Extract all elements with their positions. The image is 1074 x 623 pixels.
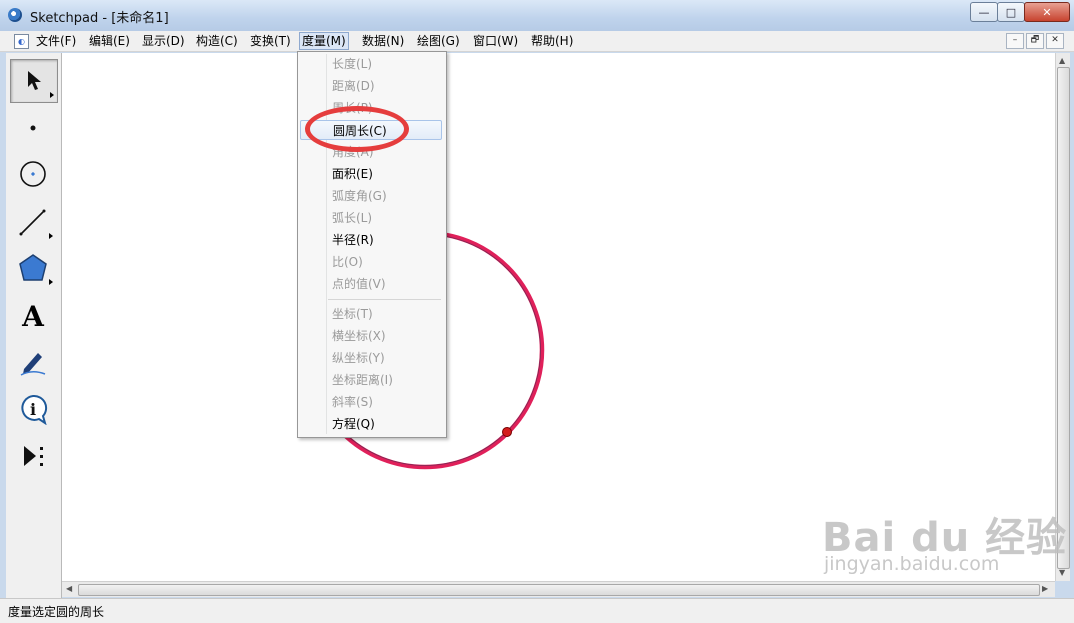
information-icon: i — [21, 394, 48, 425]
compass-circle-icon — [20, 161, 46, 187]
scroll-right-icon[interactable]: ▶ — [1042, 584, 1048, 593]
menu-item-length[interactable]: 长度(L) — [300, 54, 442, 74]
vertical-scroll-thumb[interactable] — [1057, 67, 1070, 569]
maximize-button[interactable]: □ — [997, 2, 1025, 22]
text-icon: A — [22, 299, 44, 333]
menu-item-coordinate-distance[interactable]: 坐标距离(I) — [300, 370, 442, 390]
watermark-url: jingyan.baidu.com — [824, 553, 1000, 575]
title-bar: Sketchpad - [未命名1] — □ ✕ — [0, 0, 1074, 32]
marker-tool[interactable] — [10, 341, 56, 383]
menu-item-arc-angle[interactable]: 弧度角(G) — [300, 186, 442, 206]
straightedge-icon — [19, 209, 46, 236]
menu-separator — [328, 299, 441, 300]
menu-item-arc-length[interactable]: 弧长(L) — [300, 208, 442, 228]
menu-item-slope[interactable]: 斜率(S) — [300, 392, 442, 412]
tool-options-indicator — [49, 279, 53, 285]
menu-item-distance[interactable]: 距离(D) — [300, 76, 442, 96]
menu-data[interactable]: 数据(N) — [360, 33, 406, 49]
status-bar: 度量选定圆的周长 — [0, 598, 1074, 623]
svg-text:i: i — [30, 400, 36, 419]
mdi-restore-button[interactable]: 🗗 — [1026, 33, 1044, 49]
mdi-close-button[interactable]: ✕ — [1046, 33, 1064, 49]
document-icon[interactable]: ◐ — [14, 34, 29, 49]
menu-item-abscissa[interactable]: 横坐标(X) — [300, 326, 442, 346]
polygon-tool[interactable] — [10, 247, 56, 289]
menu-edit[interactable]: 编辑(E) — [87, 33, 132, 49]
baidu-jingyan-watermark: Bai du 经验 jingyan.baidu.com — [822, 505, 1067, 575]
menu-item-equation[interactable]: 方程(Q) — [300, 414, 442, 434]
menu-item-radius[interactable]: 半径(R) — [300, 230, 442, 250]
selection-arrow-tool[interactable] — [10, 59, 58, 103]
custom-tools-tool[interactable] — [10, 435, 56, 477]
menu-item-point-value[interactable]: 点的值(V) — [300, 274, 442, 294]
sketch-canvas[interactable] — [62, 53, 1055, 581]
status-text: 度量选定圆的周长 — [8, 605, 105, 619]
menu-item-coordinates[interactable]: 坐标(T) — [300, 304, 442, 324]
close-button[interactable]: ✕ — [1024, 2, 1070, 22]
menu-file[interactable]: 文件(F) — [34, 33, 78, 49]
window-title: Sketchpad - [未命名1] — [30, 11, 169, 26]
menu-transform[interactable]: 变换(T) — [248, 33, 293, 49]
text-tool[interactable]: A — [10, 295, 56, 337]
compass-tool[interactable] — [10, 153, 56, 195]
menu-construct[interactable]: 构造(C) — [194, 33, 240, 49]
menu-bar: ◐ 文件(F) 编辑(E) 显示(D) 构造(C) 变换(T) 度量(M) 数据… — [0, 31, 1074, 52]
sketchpad-app-icon — [8, 8, 22, 22]
horizontal-scrollbar[interactable]: ◀ ▶ — [62, 581, 1055, 597]
radius-point[interactable] — [502, 427, 512, 437]
marker-pen-icon — [20, 353, 46, 376]
scroll-down-icon[interactable]: ▼ — [1059, 568, 1065, 577]
tool-options-indicator — [49, 233, 53, 239]
toolbox: A i — [6, 53, 62, 598]
sketch-drawing — [305, 230, 545, 470]
horizontal-scroll-thumb[interactable] — [78, 584, 1040, 596]
point-tool[interactable] — [10, 107, 56, 149]
menu-item-area[interactable]: 面积(E) — [300, 164, 442, 184]
vertical-scrollbar[interactable]: ▲ ▼ — [1055, 53, 1070, 581]
scroll-left-icon[interactable]: ◀ — [66, 584, 72, 593]
tool-options-indicator — [50, 92, 54, 98]
menu-help[interactable]: 帮助(H) — [529, 33, 575, 49]
menu-graph[interactable]: 绘图(G) — [415, 33, 462, 49]
custom-tools-play-icon — [24, 446, 43, 466]
polygon-icon — [19, 254, 47, 281]
minimize-button[interactable]: — — [970, 2, 998, 22]
menu-item-ratio[interactable]: 比(O) — [300, 252, 442, 272]
scroll-up-icon[interactable]: ▲ — [1059, 56, 1065, 65]
mdi-minimize-button[interactable]: – — [1006, 33, 1024, 49]
point-icon — [30, 125, 36, 131]
menu-display[interactable]: 显示(D) — [140, 33, 187, 49]
menu-measure[interactable]: 度量(M) — [299, 32, 349, 50]
menu-window[interactable]: 窗口(W) — [471, 33, 520, 49]
straightedge-tool[interactable] — [10, 201, 56, 243]
information-tool[interactable]: i — [10, 388, 56, 430]
mdi-window-controls: – 🗗 ✕ — [1006, 33, 1064, 49]
red-highlight-ellipse — [305, 106, 409, 152]
selection-arrow-icon — [28, 71, 41, 90]
menu-item-ordinate[interactable]: 纵坐标(Y) — [300, 348, 442, 368]
